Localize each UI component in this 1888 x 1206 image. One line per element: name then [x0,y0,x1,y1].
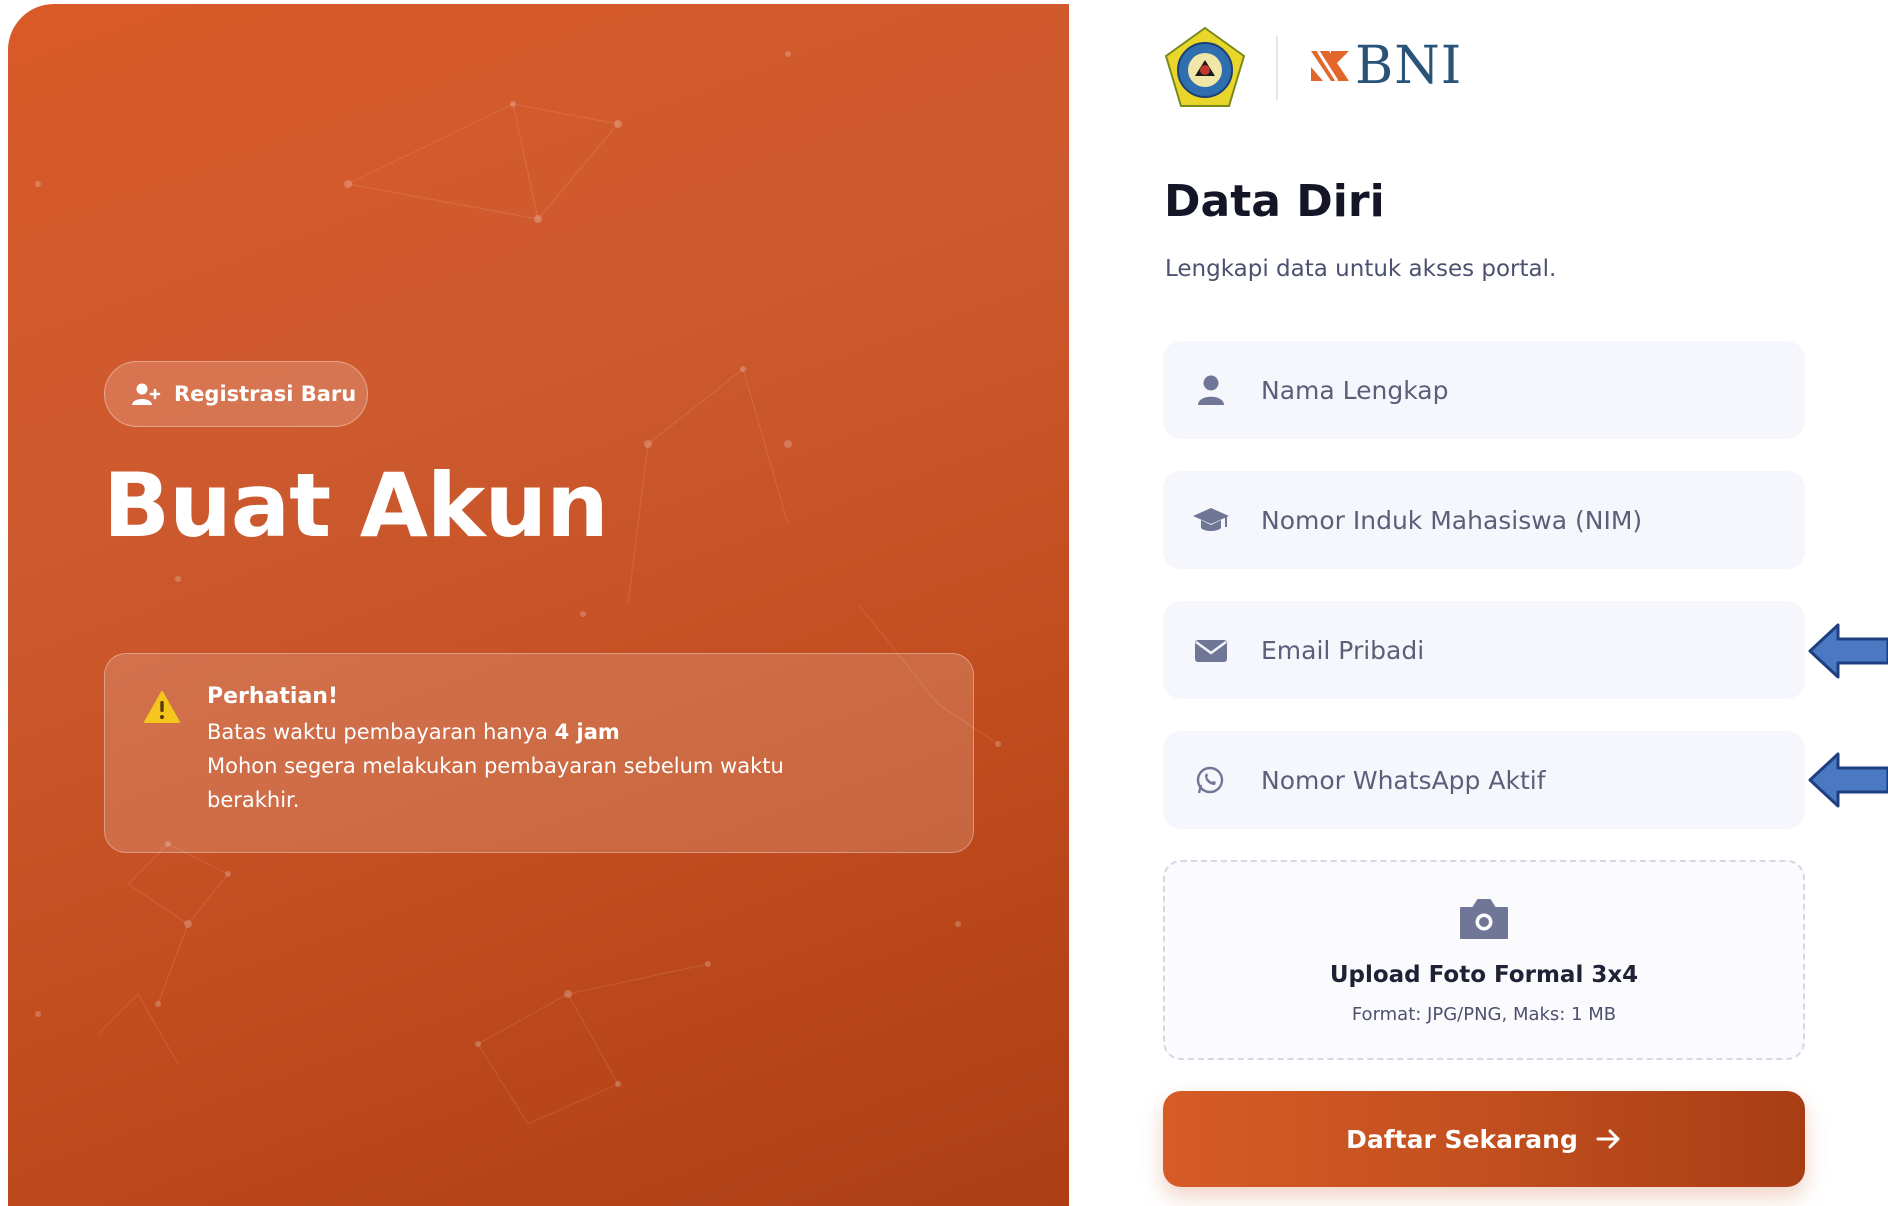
envelope-icon [1195,640,1227,662]
annotation-arrow-email [1808,623,1888,679]
notice-line-2: Mohon segera melakukan pembayaran sebelu… [207,754,784,778]
graduation-cap-icon [1193,508,1229,531]
annotation-arrow-whatsapp [1808,752,1888,808]
register-now-label: Daftar Sekarang [1346,1124,1578,1154]
payment-notice: Perhatian! Batas waktu pembayaran hanya … [104,653,974,853]
camera-icon [1460,899,1508,939]
whatsapp-icon [1196,766,1224,794]
warning-icon [144,691,180,723]
hero-panel: Registrasi Baru Buat Akun Perhatian! Bat… [8,4,1069,1206]
network-background [35,51,1001,1125]
user-plus-icon [132,383,161,405]
email-field [1163,601,1805,699]
bni-wordmark: BNI [1355,36,1463,96]
whatsapp-input[interactable] [1261,731,1781,829]
full-name-field [1163,341,1805,439]
notice-heading: Perhatian! [207,684,339,709]
bni-mark-icon [1311,50,1349,82]
logo-divider [1276,36,1278,100]
form-title: Data Diri [1164,176,1385,227]
arrow-right-icon [1596,1129,1620,1149]
nim-input[interactable] [1261,471,1781,569]
user-icon [1198,375,1224,405]
upload-hint: Format: JPG/PNG, Maks: 1 MB [1351,1004,1617,1025]
notice-line-1: Batas waktu pembayaran hanya 4 jam [207,720,620,744]
full-name-input[interactable] [1261,341,1781,439]
hero-title: Buat Akun [103,454,609,557]
email-input[interactable] [1261,601,1781,699]
notice-deadline: 4 jam [554,720,620,744]
upload-label: Upload Foto Formal 3x4 [1329,962,1639,988]
nim-field [1163,471,1805,569]
notice-line-3: berakhir. [207,788,300,812]
bni-logo: BNI [1309,36,1463,96]
university-seal-logo [1164,26,1246,107]
form-subtitle: Lengkapi data untuk akses portal. [1165,256,1557,282]
page-frame: Registrasi Baru Buat Akun Perhatian! Bat… [0,0,1888,1206]
whatsapp-field [1163,731,1805,829]
registration-badge: Registrasi Baru [104,361,368,427]
badge-label: Registrasi Baru [174,382,357,406]
register-now-button[interactable]: Daftar Sekarang [1163,1091,1805,1187]
photo-upload-dropzone[interactable]: Upload Foto Formal 3x4 Format: JPG/PNG, … [1163,860,1805,1060]
